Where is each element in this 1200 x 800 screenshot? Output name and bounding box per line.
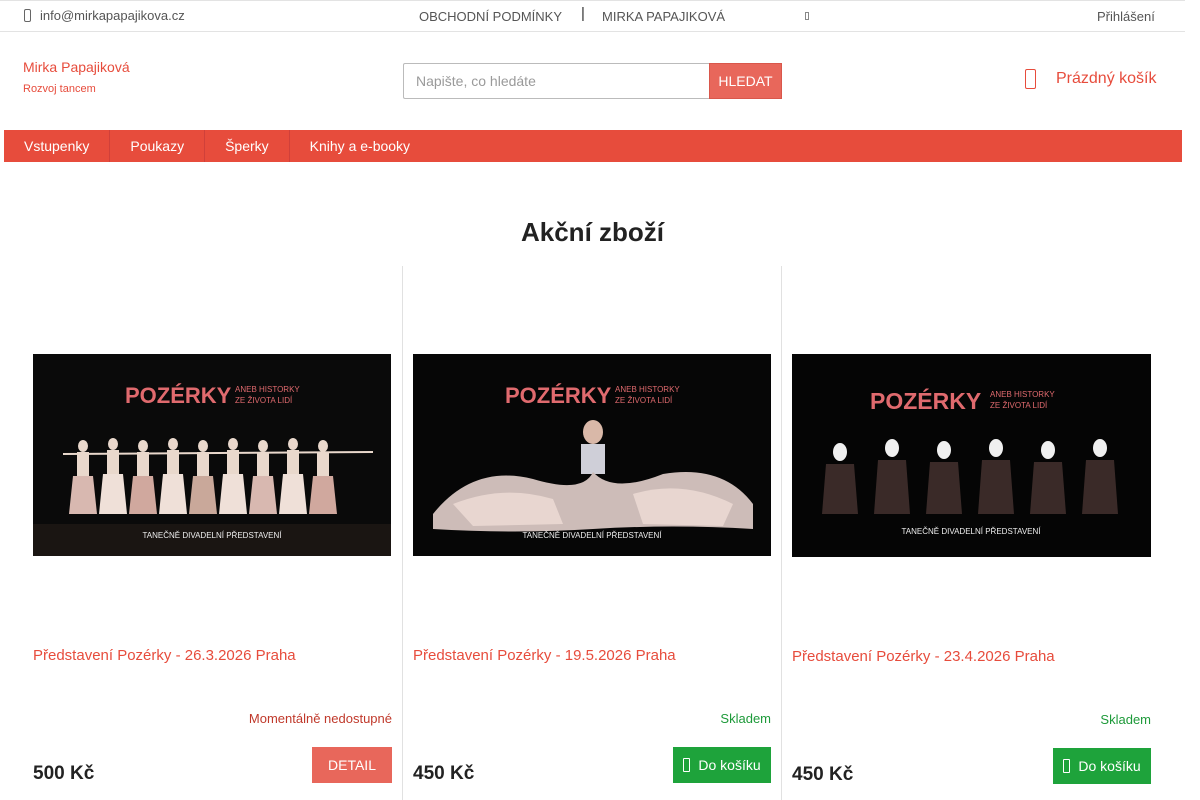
- add-to-cart-label: Do košíku: [1078, 758, 1141, 774]
- stock-status: Skladem: [720, 711, 771, 726]
- search-button[interactable]: HLEDAT: [709, 63, 782, 99]
- poster-footer: TANEČNĚ DIVADELNÍ PŘEDSTAVENÍ: [902, 527, 1042, 536]
- product-card: POZÉRKY ANEB HISTORKY ZE ŽIVOTA LIDÍ TAN…: [23, 266, 402, 800]
- product-price: 450 Kč: [413, 763, 475, 784]
- category-item-vstupenky[interactable]: Vstupenky: [4, 130, 111, 162]
- poster-subtitle-2: ZE ŽIVOTA LIDÍ: [990, 401, 1048, 410]
- link-about[interactable]: MIRKA PAPAJIKOVÁ: [602, 9, 725, 24]
- product-name[interactable]: Představení Pozérky - 23.4.2026 Praha: [792, 648, 1055, 665]
- category-nav: Vstupenky Poukazy Šperky Knihy a e-booky: [4, 130, 1182, 162]
- stock-status: Momentálně nedostupné: [248, 711, 392, 726]
- stock-status: Skladem: [1100, 712, 1151, 727]
- shopping-bag-icon: [1025, 69, 1036, 89]
- product-image[interactable]: POZÉRKY ANEB HISTORKY ZE ŽIVOTA LIDÍ TAN…: [792, 354, 1151, 557]
- product-grid: POZÉRKY ANEB HISTORKY ZE ŽIVOTA LIDÍ TAN…: [23, 266, 1162, 800]
- detail-button[interactable]: DETAIL: [312, 747, 392, 783]
- shopping-bag-icon: [683, 758, 691, 772]
- product-image[interactable]: POZÉRKY ANEB HISTORKY ZE ŽIVOTA LIDÍ TAN…: [33, 354, 391, 556]
- poster-subtitle-2: ZE ŽIVOTA LIDÍ: [235, 396, 293, 405]
- category-item-sperky[interactable]: Šperky: [205, 130, 290, 162]
- product-price: 450 Kč: [792, 764, 854, 785]
- poster-subtitle-1: ANEB HISTORKY: [615, 385, 680, 394]
- section-title: Akční zboží: [520, 217, 664, 247]
- add-to-cart-button[interactable]: Do košíku: [673, 747, 771, 783]
- poster-subtitle-1: ANEB HISTORKY: [235, 385, 300, 394]
- top-link-separator: |: [581, 5, 585, 22]
- poster-title: POZÉRKY: [125, 383, 232, 408]
- poster-footer: TANEČNĚ DIVADELNÍ PŘEDSTAVENÍ: [143, 531, 283, 540]
- contact-email-text: info@mirkapapajikova.cz: [40, 8, 185, 23]
- search-form: HLEDAT: [403, 63, 782, 99]
- add-to-cart-label: Do košíku: [698, 757, 761, 773]
- cart-label: Prázdný košík: [1056, 70, 1157, 87]
- cart-link[interactable]: Prázdný košík: [1025, 69, 1156, 89]
- product-image[interactable]: POZÉRKY ANEB HISTORKY ZE ŽIVOTA LIDÍ TAN…: [413, 354, 771, 556]
- category-item-knihy[interactable]: Knihy a e-booky: [290, 130, 430, 162]
- poster-title: POZÉRKY: [870, 387, 981, 414]
- brand-tagline: Rozvoj tancem: [23, 83, 96, 95]
- product-price: 500 Kč: [33, 763, 95, 784]
- search-input[interactable]: [403, 63, 709, 99]
- contact-email[interactable]: info@mirkapapajikova.cz: [24, 8, 185, 23]
- shopping-bag-icon: [1063, 759, 1071, 773]
- add-to-cart-button[interactable]: Do košíku: [1053, 748, 1151, 784]
- top-bar: info@mirkapapajikova.cz OBCHODNÍ PODMÍNK…: [0, 0, 1185, 32]
- poster-footer: TANEČNĚ DIVADELNÍ PŘEDSTAVENÍ: [523, 531, 663, 540]
- product-name[interactable]: Představení Pozérky - 26.3.2026 Praha: [33, 647, 296, 664]
- category-item-poukazy[interactable]: Poukazy: [110, 130, 206, 162]
- product-card: POZÉRKY ANEB HISTORKY ZE ŽIVOTA LIDÍ TAN…: [402, 266, 781, 800]
- product-card: POZÉRKY ANEB HISTORKY ZE ŽIVOTA LIDÍ TAN…: [781, 266, 1162, 800]
- product-name[interactable]: Představení Pozérky - 19.5.2026 Praha: [413, 647, 676, 664]
- poster-title: POZÉRKY: [505, 383, 612, 408]
- phone-icon: [24, 9, 31, 22]
- link-terms[interactable]: OBCHODNÍ PODMÍNKY: [419, 9, 562, 24]
- login-icon: [805, 12, 809, 20]
- poster-subtitle-1: ANEB HISTORKY: [990, 390, 1055, 399]
- login-link[interactable]: Přihlášení: [1097, 9, 1155, 24]
- poster-subtitle-2: ZE ŽIVOTA LIDÍ: [615, 396, 673, 405]
- brand-name[interactable]: Mirka Papajiková: [23, 59, 130, 75]
